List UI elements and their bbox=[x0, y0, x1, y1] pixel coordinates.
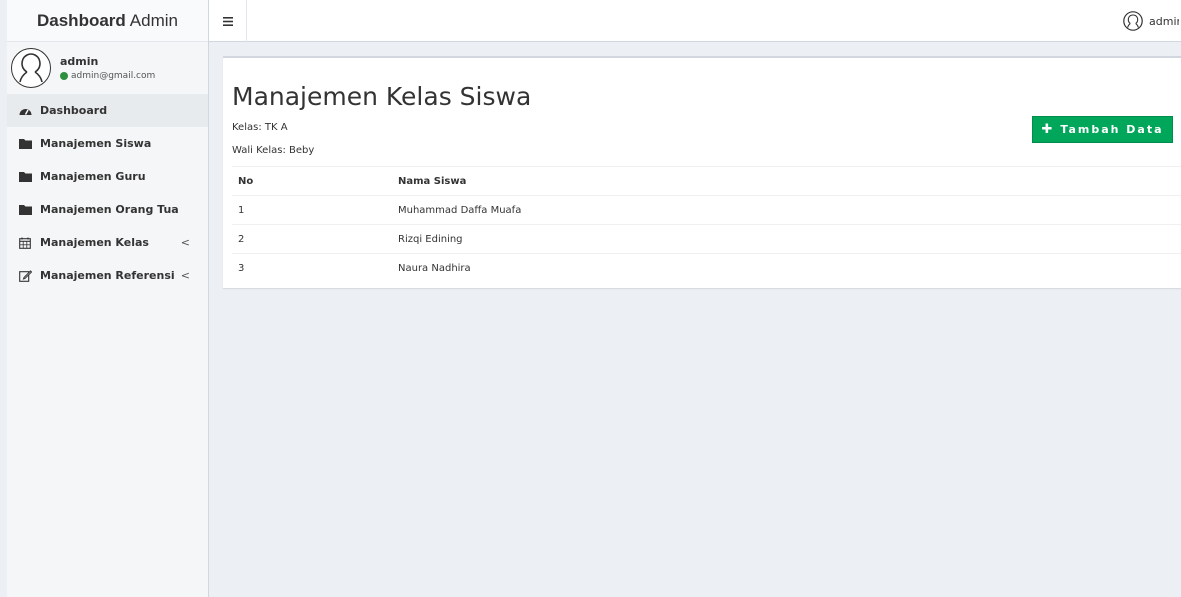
sidebar-item-guru[interactable]: Manajemen Guru bbox=[7, 160, 208, 193]
brand-bold: Dashboard bbox=[37, 10, 126, 30]
sidebar-item-label: Manajemen Guru bbox=[40, 170, 146, 183]
student-table: No Nama Siswa 1 Muhammad Daffa Muafa 2 R… bbox=[232, 166, 1181, 283]
folder-icon bbox=[18, 138, 32, 150]
sidebar-item-label: Manajemen Orang Tua bbox=[40, 203, 179, 216]
sidebar: Dashboard Admin admin admin@gmail.com Da… bbox=[7, 0, 209, 597]
table-row: 2 Rizqi Edining bbox=[232, 224, 1181, 254]
cell-no: 2 bbox=[232, 224, 392, 254]
avatar bbox=[11, 48, 51, 88]
sidebar-item-orang-tua[interactable]: Manajemen Orang Tua bbox=[7, 193, 208, 226]
menu-icon bbox=[222, 16, 233, 26]
cell-no: 1 bbox=[232, 195, 392, 225]
user-status: admin@gmail.com bbox=[60, 71, 155, 81]
user-email: admin@gmail.com bbox=[71, 71, 156, 81]
sidebar-item-label: Manajemen Kelas bbox=[40, 236, 149, 249]
wali-kelas-label: Wali Kelas: Beby bbox=[232, 145, 315, 156]
content-box: Manajemen Kelas Siswa Kelas: TK A Wali K… bbox=[223, 56, 1181, 288]
sidebar-item-label: Manajemen Referensi bbox=[40, 269, 175, 282]
edit-icon bbox=[18, 269, 32, 282]
user-panel: admin admin@gmail.com bbox=[7, 42, 208, 94]
sidebar-menu: Dashboard Manajemen Siswa Manajemen Guru… bbox=[7, 94, 208, 292]
add-data-label: Tambah Data bbox=[1060, 123, 1164, 136]
cell-nama: Naura Nadhira bbox=[392, 253, 1181, 283]
user-icon bbox=[1123, 11, 1143, 31]
navbar-user-name: admin bbox=[1149, 14, 1179, 28]
sidebar-item-label: Manajemen Siswa bbox=[40, 137, 152, 150]
brand-logo[interactable]: Dashboard Admin bbox=[7, 0, 208, 42]
table-row: 1 Muhammad Daffa Muafa bbox=[232, 195, 1181, 225]
sidebar-item-dashboard[interactable]: Dashboard bbox=[7, 94, 208, 127]
table-row: 3 Naura Nadhira bbox=[232, 253, 1181, 283]
cell-nama: Rizqi Edining bbox=[392, 224, 1181, 254]
column-header-nama: Nama Siswa bbox=[392, 166, 1181, 196]
brand-light: Admin bbox=[129, 10, 178, 30]
cell-no: 3 bbox=[232, 253, 392, 283]
page-title: Manajemen Kelas Siswa bbox=[232, 82, 532, 111]
user-icon bbox=[19, 53, 43, 83]
add-data-button[interactable]: ✚ Tambah Data bbox=[1032, 116, 1173, 143]
sidebar-item-kelas[interactable]: Manajemen Kelas < bbox=[7, 226, 208, 259]
sidebar-item-siswa[interactable]: Manajemen Siswa bbox=[7, 127, 208, 160]
sidebar-toggle-button[interactable] bbox=[209, 0, 247, 42]
dashboard-icon bbox=[18, 105, 32, 117]
kelas-label: Kelas: TK A bbox=[232, 122, 288, 133]
cell-nama: Muhammad Daffa Muafa bbox=[392, 195, 1181, 225]
online-status-icon bbox=[60, 72, 68, 80]
sidebar-item-label: Dashboard bbox=[40, 104, 108, 117]
top-navbar: admin bbox=[209, 0, 1181, 42]
folder-icon bbox=[18, 171, 32, 183]
user-info: admin admin@gmail.com bbox=[60, 55, 155, 81]
plus-icon: ✚ bbox=[1041, 122, 1053, 137]
chevron-left-icon: < bbox=[180, 236, 190, 249]
table-header-row: No Nama Siswa bbox=[232, 166, 1181, 196]
sidebar-item-referensi[interactable]: Manajemen Referensi < bbox=[7, 259, 208, 292]
user-name: admin bbox=[60, 55, 99, 68]
chevron-left-icon: < bbox=[180, 269, 190, 282]
folder-icon bbox=[18, 204, 32, 216]
navbar-user-menu[interactable]: admin bbox=[1123, 0, 1181, 42]
calendar-icon bbox=[18, 237, 32, 249]
column-header-no: No bbox=[232, 166, 392, 196]
